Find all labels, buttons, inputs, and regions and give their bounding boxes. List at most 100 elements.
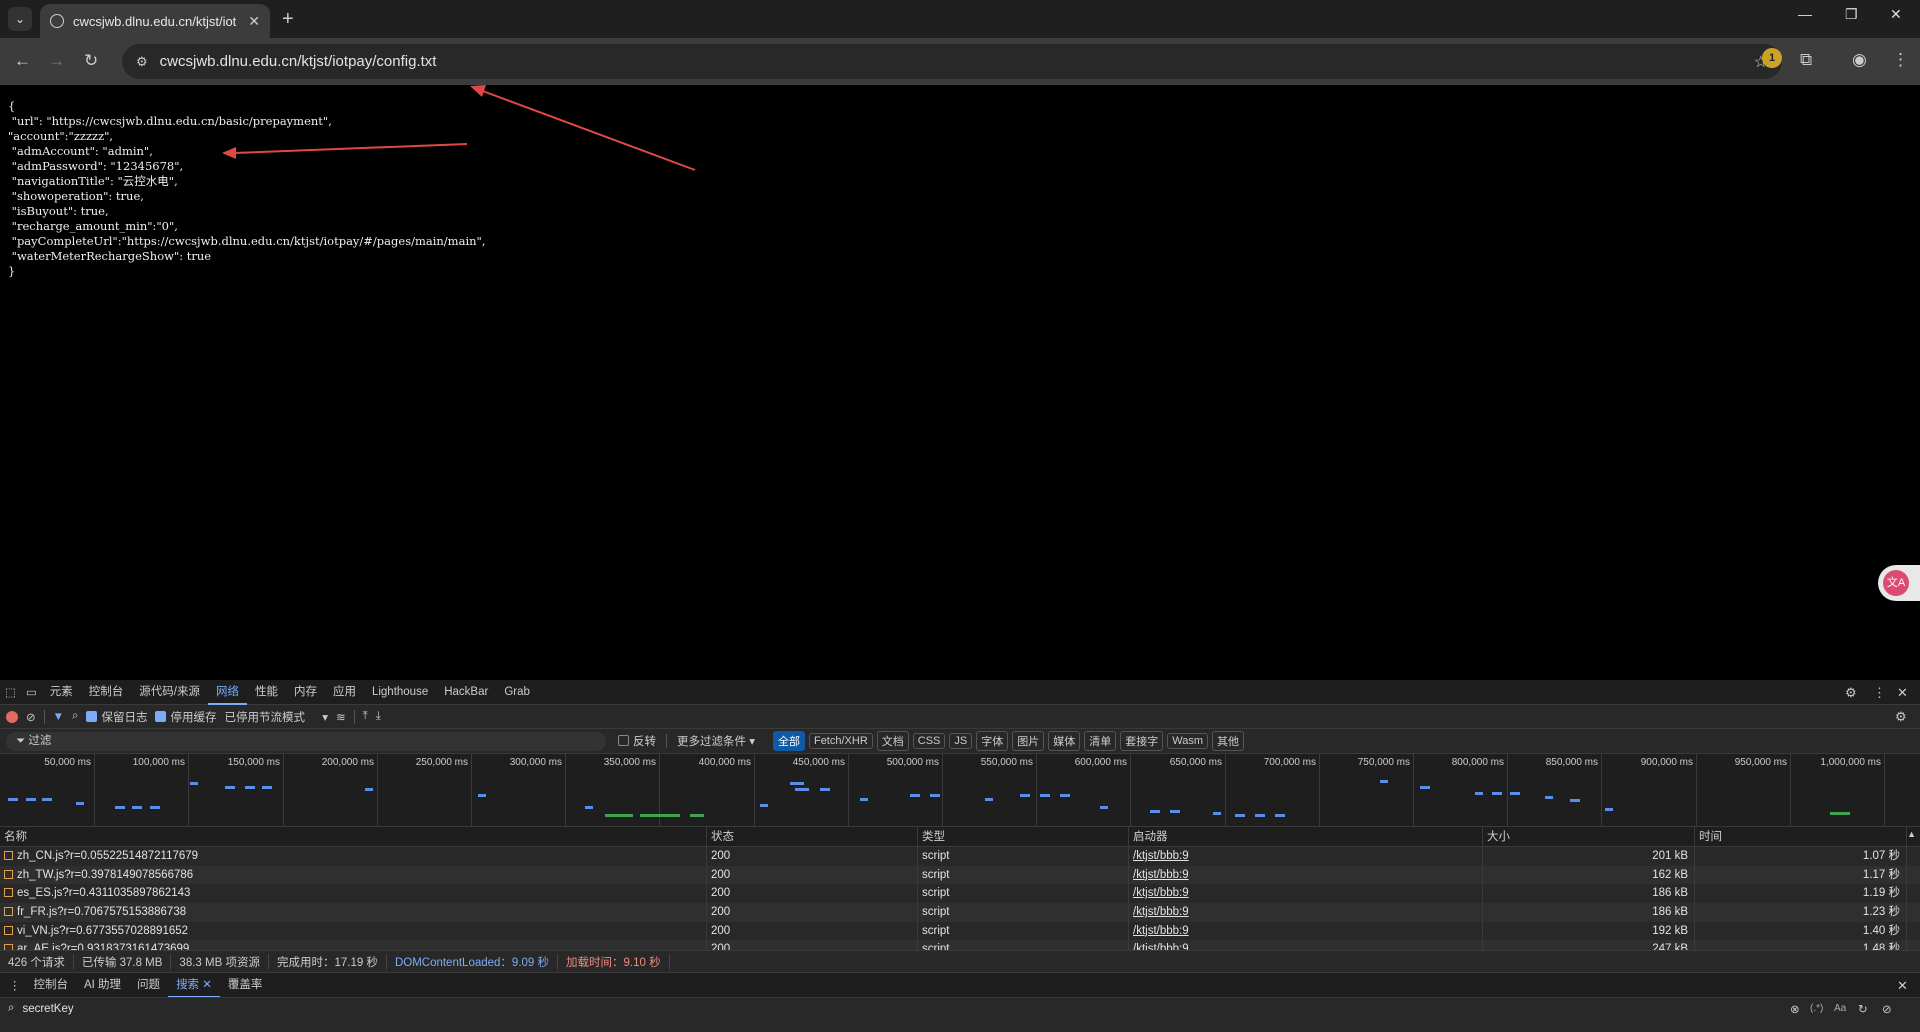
column-header-type[interactable]: 类型 — [918, 827, 1129, 846]
throttling-select[interactable]: 已停用节流模式 ▾ — [224, 709, 327, 725]
reload-icon[interactable]: ↻ — [84, 51, 98, 71]
tab-memory[interactable]: 内存 — [286, 680, 325, 705]
drawer-tab-search[interactable]: 搜索 ✕ — [168, 973, 220, 998]
drawer-tab-console[interactable]: 控制台 — [26, 973, 77, 998]
browser-tab[interactable]: cwcsjwb.dlnu.edu.cn/ktjst/iot ✕ — [40, 4, 270, 38]
table-row[interactable]: es_ES.js?r=0.4311035897862143 200 script/k… — [0, 884, 1920, 904]
globe-icon — [50, 14, 64, 28]
type-filter-fetch[interactable]: Fetch/XHR — [808, 733, 873, 749]
filter-input[interactable]: ⏷ 过滤 — [6, 731, 606, 751]
table-row[interactable]: zh_TW.js?r=0.3978149078566786 200 script/k… — [0, 865, 1920, 885]
preserve-log-checkbox[interactable]: 保留日志 — [86, 709, 147, 725]
column-header-time[interactable]: 时间 — [1695, 827, 1907, 846]
cell-initiator[interactable]: /ktjst/bbb:9 — [1129, 847, 1483, 866]
type-filter-other[interactable]: 其他 — [1212, 731, 1244, 751]
close-drawer-icon[interactable]: ✕ — [1897, 978, 1908, 994]
column-header-status[interactable]: 状态 — [707, 827, 918, 846]
extensions-icon[interactable]: ⧉ — [1800, 50, 1812, 70]
type-filter-css[interactable]: CSS — [912, 733, 946, 749]
drawer-tab-coverage[interactable]: 覆盖率 — [220, 973, 271, 998]
search-icon[interactable]: ⌕ — [72, 710, 78, 723]
close-tab-icon[interactable]: ✕ — [202, 979, 212, 991]
tab-performance[interactable]: 性能 — [247, 680, 286, 705]
tab-hackbar[interactable]: HackBar — [436, 680, 496, 705]
tab-search-button[interactable]: ⌄ — [8, 7, 32, 31]
checkbox-checked-icon — [155, 710, 167, 722]
type-filter-img[interactable]: 图片 — [1012, 731, 1045, 751]
cell-initiator[interactable]: /ktjst/bbb:9 — [1129, 903, 1483, 922]
forward-icon[interactable]: → — [48, 51, 65, 71]
export-har-icon[interactable]: ⤓ — [376, 710, 381, 723]
regex-toggle[interactable]: (.*) — [1810, 1003, 1823, 1014]
cell-initiator[interactable]: /ktjst/bbb:9 — [1129, 921, 1483, 941]
script-file-icon — [4, 851, 13, 860]
timeline-tick-label: 200,000 ms — [321, 757, 374, 768]
drawer-tab-ai[interactable]: AI 助理 — [76, 973, 129, 998]
profile-icon[interactable]: ◉ — [1852, 50, 1867, 70]
device-toggle-icon[interactable]: ▭ — [21, 685, 42, 699]
tab-grab[interactable]: Grab — [496, 680, 538, 705]
close-devtools-icon[interactable]: ✕ — [1897, 685, 1908, 701]
filter-icon[interactable]: ▼ — [53, 711, 64, 723]
timeline-activity-mark — [132, 806, 142, 809]
tab-lighthouse[interactable]: Lighthouse — [364, 680, 436, 705]
restore-button[interactable]: ❐ — [1845, 6, 1858, 23]
tab-sources[interactable]: 源代码/来源 — [131, 680, 208, 705]
table-row[interactable]: fr_FR.js?r=0.7067575153886738 200 script/k… — [0, 903, 1920, 922]
clear-search-icon[interactable]: ⊗ — [1790, 1002, 1800, 1016]
record-icon[interactable] — [6, 710, 18, 723]
tab-application[interactable]: 应用 — [325, 680, 364, 705]
table-row[interactable]: zh_CN.js?r=0.05522514872117679 200 script /… — [0, 847, 1920, 866]
cell-initiator[interactable]: /ktjst/bbb:9 — [1129, 940, 1483, 950]
scroll-up-icon[interactable]: ▲ — [1907, 829, 1916, 839]
column-header-initiator[interactable]: 启动器 — [1129, 827, 1483, 846]
disable-cache-checkbox[interactable]: 停用缓存 — [155, 709, 216, 725]
close-window-button[interactable]: ✕ — [1890, 6, 1902, 23]
type-filter-font[interactable]: 字体 — [976, 731, 1009, 751]
inspect-icon[interactable]: ⬚ — [0, 685, 21, 699]
clear-icon[interactable]: ⊘ — [26, 710, 36, 724]
search-input[interactable]: secretKey — [22, 1003, 73, 1015]
more-icon[interactable]: ⋮ — [1873, 685, 1886, 701]
network-overview-timeline[interactable]: 50,000 ms 100,000 ms 150,000 ms 200,000 ms 2… — [0, 754, 1920, 827]
more-filters-dropdown[interactable]: 更多过滤条件 ▾ — [677, 733, 755, 749]
settings-icon[interactable]: ⚙ — [1845, 685, 1857, 701]
network-settings-icon[interactable]: ⚙ — [1895, 709, 1907, 725]
drawer-menu-icon[interactable]: ⋮ — [4, 978, 26, 992]
match-case-toggle[interactable]: Aa — [1834, 1003, 1846, 1014]
column-header-size[interactable]: 大小 — [1483, 827, 1695, 846]
type-filter-wasm[interactable]: Wasm — [1167, 733, 1208, 749]
cell-initiator[interactable]: /ktjst/bbb:9 — [1129, 865, 1483, 885]
address-bar[interactable]: ⚙ cwcsjwb.dlnu.edu.cn/ktjst/iotpay/confi… — [122, 44, 1782, 79]
drawer-tab-issues[interactable]: 问题 — [129, 973, 168, 998]
translate-button[interactable]: 文A — [1878, 565, 1920, 601]
table-row[interactable]: ar_AE.js?r=0.9318373161473699 200 script/k… — [0, 940, 1920, 950]
type-filter-all[interactable]: 全部 — [772, 731, 805, 751]
type-filter-socket[interactable]: 套接字 — [1120, 731, 1164, 751]
extension-badge-icon[interactable]: 1 — [1762, 48, 1782, 68]
type-filter-media[interactable]: 媒体 — [1048, 731, 1081, 751]
clear-results-icon[interactable]: ⊘ — [1882, 1002, 1892, 1016]
menu-icon[interactable]: ⋮ — [1892, 50, 1909, 70]
minimize-button[interactable]: — — [1798, 6, 1812, 22]
timeline-activity-mark — [820, 788, 830, 791]
new-tab-button[interactable]: + — [282, 8, 294, 31]
cell-initiator[interactable]: /ktjst/bbb:9 — [1129, 884, 1483, 904]
import-har-icon[interactable]: ⤒ — [363, 710, 368, 723]
refresh-search-icon[interactable]: ↻ — [1858, 1002, 1868, 1016]
type-filter-js[interactable]: JS — [949, 733, 973, 749]
site-settings-icon[interactable]: ⚙ — [136, 54, 148, 70]
close-tab-icon[interactable]: ✕ — [248, 13, 260, 30]
back-icon[interactable]: ← — [14, 51, 31, 71]
tab-elements[interactable]: 元素 — [42, 680, 81, 705]
type-filter-doc[interactable]: 文档 — [876, 731, 909, 751]
finish-time: 完成用时：17.19 秒 — [269, 953, 387, 970]
tab-network[interactable]: 网络 — [207, 680, 247, 705]
table-row[interactable]: vi_VN.js?r=0.6773557028891652 200 script/k… — [0, 921, 1920, 941]
network-conditions-icon[interactable]: ≋ — [336, 710, 346, 724]
cell-time: 1.40 秒 — [1695, 921, 1907, 941]
tab-console[interactable]: 控制台 — [81, 680, 132, 705]
invert-checkbox[interactable]: 反转 — [618, 733, 656, 749]
column-header-name[interactable]: 名称 — [0, 827, 707, 846]
type-filter-manifest[interactable]: 清单 — [1084, 731, 1117, 751]
